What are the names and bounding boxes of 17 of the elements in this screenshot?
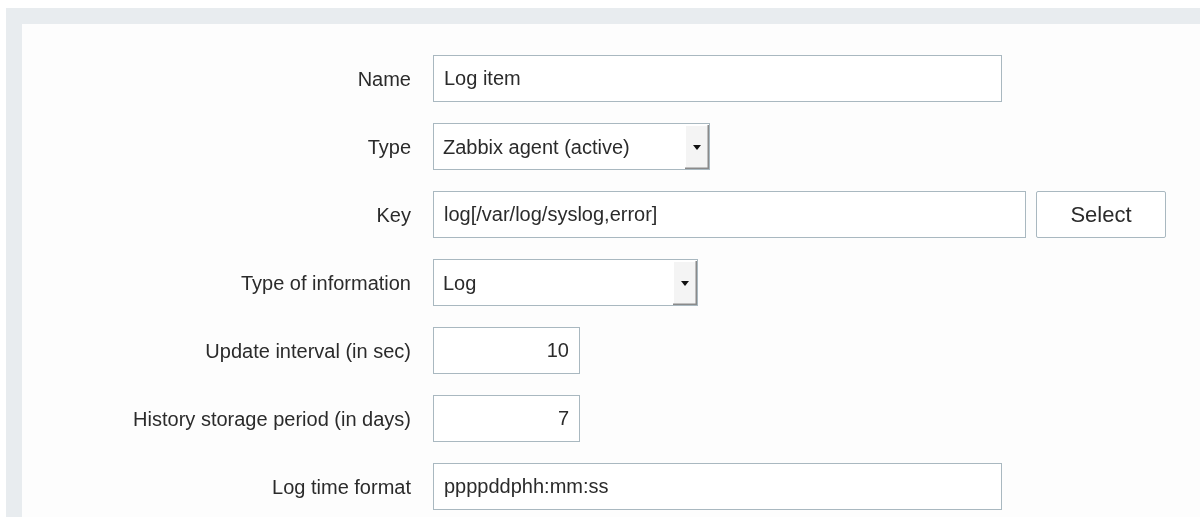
dropdown[interactable]: Zabbix agent (active) [433,123,710,170]
select-button[interactable]: Select [1036,191,1166,238]
caret-icon [685,124,709,169]
field-label: Type of information [239,270,412,296]
field-label: Update interval (in sec) [204,338,412,364]
field-label: Key [375,202,412,228]
caret-icon [673,260,697,305]
number-field[interactable]: 7 [433,395,580,442]
field-label: History storage period (in days) [132,406,412,432]
number-field[interactable]: 10 [433,327,580,374]
field-label: Type [366,134,412,160]
field-label: Log time format [271,474,412,500]
text-field[interactable]: ppppddphh:mm:ss [433,463,1002,510]
field-label: Name [356,66,412,92]
text-field[interactable]: Log item [433,55,1002,102]
text-field[interactable]: log[/var/log/syslog,error] [433,191,1026,238]
dropdown[interactable]: Log [433,259,698,306]
